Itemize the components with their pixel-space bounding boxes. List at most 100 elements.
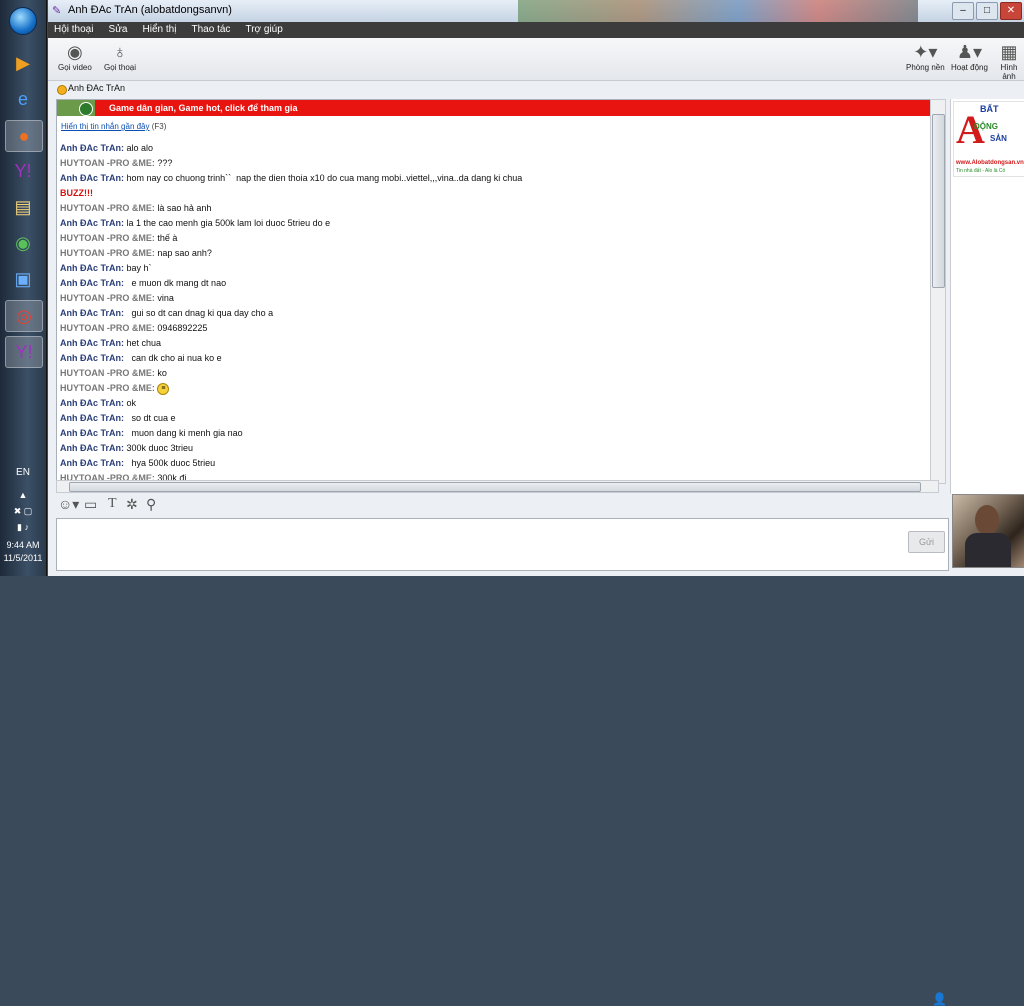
message-sender[interactable]: Anh ĐAc TrAn: xyxy=(60,458,124,468)
message-text: het chua xyxy=(126,338,162,348)
audible-icon[interactable]: ▭ xyxy=(84,496,97,513)
yahoo-messenger-icon[interactable]: Y! xyxy=(5,156,41,186)
text-format-icon[interactable]: T xyxy=(108,496,117,512)
microphone-icon: ♁ xyxy=(113,42,127,62)
rooms-button[interactable]: ✦▾ Phòng nền xyxy=(906,41,945,72)
chat-message: Anh ĐAc TrAn: 300k duoc 3trieu xyxy=(60,441,930,456)
message-text: can dk cho ai nua ko e xyxy=(126,353,222,363)
volume-icon[interactable]: ▮ ♪ xyxy=(0,522,46,533)
clock-time[interactable]: 9:44 AM xyxy=(0,540,46,550)
webcam-person xyxy=(975,505,999,535)
message-sender[interactable]: HUYTOAN -PRO &ME: xyxy=(60,203,155,213)
message-sender[interactable]: Anh ĐAc TrAn: xyxy=(60,353,124,363)
message-sender[interactable]: HUYTOAN -PRO &ME: xyxy=(60,383,155,393)
monitor-icon[interactable]: ▣ xyxy=(5,264,41,294)
emoticon-icon[interactable]: ☺▾ xyxy=(58,496,79,513)
firefox-icon[interactable]: ● xyxy=(5,120,43,152)
message-sender[interactable]: HUYTOAN -PRO &ME: xyxy=(60,233,155,243)
video-call-button[interactable]: ◉ Gọi video xyxy=(58,41,92,72)
laughing-emoticon-icon: ≡ xyxy=(157,382,170,395)
ad-word-bat: BẤT xyxy=(980,104,999,114)
message-sender[interactable]: Anh ĐAc TrAn: xyxy=(60,413,124,423)
chat-message: BUZZ!!! xyxy=(60,186,930,201)
menu-edit[interactable]: Sửa xyxy=(103,22,134,35)
yahoo-messenger-active-icon[interactable]: Y! xyxy=(5,336,43,368)
ad-banner-logo[interactable]: A BẤT ĐỘNG SẢN www.Alobatdongsan.vn Tin … xyxy=(953,101,1024,177)
message-sender[interactable]: Anh ĐAc TrAn: xyxy=(60,278,124,288)
menu-help[interactable]: Trợ giúp xyxy=(239,22,288,35)
message-sender[interactable]: HUYTOAN -PRO &ME: xyxy=(60,323,155,333)
buzz-icon[interactable]: ✲ xyxy=(126,496,138,513)
message-text: so dt cua e xyxy=(126,413,176,423)
voice-call-button[interactable]: ♁ Gọi thoại xyxy=(104,41,136,72)
contact-name[interactable]: Anh ĐAc TrAn xyxy=(68,83,125,93)
message-text: e muon dk mang dt nao xyxy=(126,278,227,288)
language-indicator[interactable]: EN xyxy=(0,467,46,478)
chat-message: HUYTOAN -PRO &ME: nap sao anh? xyxy=(60,246,930,261)
chat-message: Anh ĐAc TrAn: alo alo xyxy=(60,141,930,156)
message-sender[interactable]: HUYTOAN -PRO &ME: xyxy=(60,293,155,303)
message-sender[interactable]: HUYTOAN -PRO &ME: xyxy=(60,158,155,168)
message-input[interactable] xyxy=(56,518,949,571)
minimize-button[interactable]: – xyxy=(952,2,974,20)
chat-message: Anh ĐAc TrAn: het chua xyxy=(60,336,930,351)
start-button[interactable] xyxy=(5,6,41,36)
message-sender[interactable]: Anh ĐAc TrAn: xyxy=(60,428,124,438)
game-ad-banner[interactable]: Game dân gian, Game hot, click để tham g… xyxy=(57,100,938,116)
chat-message: Anh ĐAc TrAn: bay h` xyxy=(60,261,930,276)
message-sender[interactable]: Anh ĐAc TrAn: xyxy=(60,443,124,453)
menu-actions[interactable]: Thao tác xyxy=(186,22,237,35)
contact-status-bar: Anh ĐAc TrAn xyxy=(48,81,1024,97)
recent-messages-link[interactable]: Hiển thị tin nhắn gần đây (F3) xyxy=(61,122,166,131)
banner-text: Game dân gian, Game hot, click để tham g… xyxy=(109,103,298,113)
message-sender[interactable]: Anh ĐAc TrAn: xyxy=(60,338,124,348)
input-toolbar: ☺▾ ▭ T ✲ ⚲ 👤 xyxy=(48,494,950,1006)
folder-icon[interactable]: ▤ xyxy=(5,192,41,222)
tray-arrow-icon[interactable]: ▲ xyxy=(0,490,46,500)
chat-message: Anh ĐAc TrAn: gui so dt can dnag ki qua … xyxy=(60,306,930,321)
window-controls: – □ ✕ xyxy=(952,2,1022,20)
message-sender[interactable]: Anh ĐAc TrAn: xyxy=(60,263,124,273)
clock-date[interactable]: 11/5/2011 xyxy=(0,553,46,563)
attach-icon[interactable]: ⚲ xyxy=(146,496,156,513)
scroll-thumb[interactable] xyxy=(932,114,945,288)
message-sender[interactable]: Anh ĐAc TrAn: xyxy=(60,308,124,318)
scroll-thumb-horizontal[interactable] xyxy=(69,482,921,492)
banner-image xyxy=(57,100,95,116)
send-button[interactable]: Gửi xyxy=(908,531,945,553)
menu-view[interactable]: Hiển thị xyxy=(137,22,183,35)
message-sender[interactable]: Anh ĐAc TrAn: xyxy=(60,398,124,408)
chrome-icon[interactable]: ◎ xyxy=(5,300,43,332)
title-bar[interactable]: ✎ Anh ĐAc TrAn (alobatdongsanvn) – □ ✕ xyxy=(48,0,1024,23)
menu-conversation[interactable]: Hội thoại xyxy=(48,22,99,35)
maximize-button[interactable]: □ xyxy=(976,2,998,20)
close-button[interactable]: ✕ xyxy=(1000,2,1022,20)
message-text: vina xyxy=(157,293,174,303)
image-button[interactable]: ▦ Hình ảnh xyxy=(994,41,1024,81)
menu-bar: Hội thoại Sửa Hiển thị Thao tác Trợ giúp xyxy=(48,22,1024,38)
taskbar: ▶ e ● Y! ▤ ◉ ▣ ◎ Y! EN ▲ ✖ ▢ ▮ ♪ 9:44 AM… xyxy=(0,0,47,576)
message-text: alo alo xyxy=(126,143,154,153)
activity-button[interactable]: ♟▾ Hoạt động xyxy=(951,41,988,72)
message-sender[interactable]: HUYTOAN -PRO &ME: xyxy=(60,368,155,378)
message-sender[interactable]: Anh ĐAc TrAn: xyxy=(60,143,124,153)
add-contact-icon[interactable]: 👤 xyxy=(932,992,947,1006)
message-sender[interactable]: HUYTOAN -PRO &ME: xyxy=(60,248,155,258)
network-icon[interactable]: ◉ xyxy=(5,228,41,258)
message-text: la 1 the cao menh gia 500k lam loi duoc … xyxy=(126,218,331,228)
chat-history[interactable]: Game dân gian, Game hot, click để tham g… xyxy=(56,99,939,482)
tray-icons[interactable]: ✖ ▢ xyxy=(0,506,46,517)
chat-message: Anh ĐAc TrAn: e muon dk mang dt nao xyxy=(60,276,930,291)
chat-message: Anh ĐAc TrAn: can dk cho ai nua ko e xyxy=(60,351,930,366)
chat-vertical-scrollbar[interactable] xyxy=(930,99,946,484)
message-sender[interactable]: Anh ĐAc TrAn: xyxy=(60,218,124,228)
ad-word-dong: ĐỘNG xyxy=(974,122,998,131)
media-player-icon[interactable]: ▶ xyxy=(5,48,41,78)
status-icon xyxy=(57,85,67,95)
message-text: 0946892225 xyxy=(157,323,208,333)
voice-call-label: Gọi thoại xyxy=(104,63,137,72)
internet-explorer-icon[interactable]: e xyxy=(5,84,41,114)
rooms-label: Phòng nền xyxy=(906,63,945,72)
message-sender[interactable]: Anh ĐAc TrAn: xyxy=(60,173,124,183)
chat-horizontal-scrollbar[interactable] xyxy=(56,480,939,493)
